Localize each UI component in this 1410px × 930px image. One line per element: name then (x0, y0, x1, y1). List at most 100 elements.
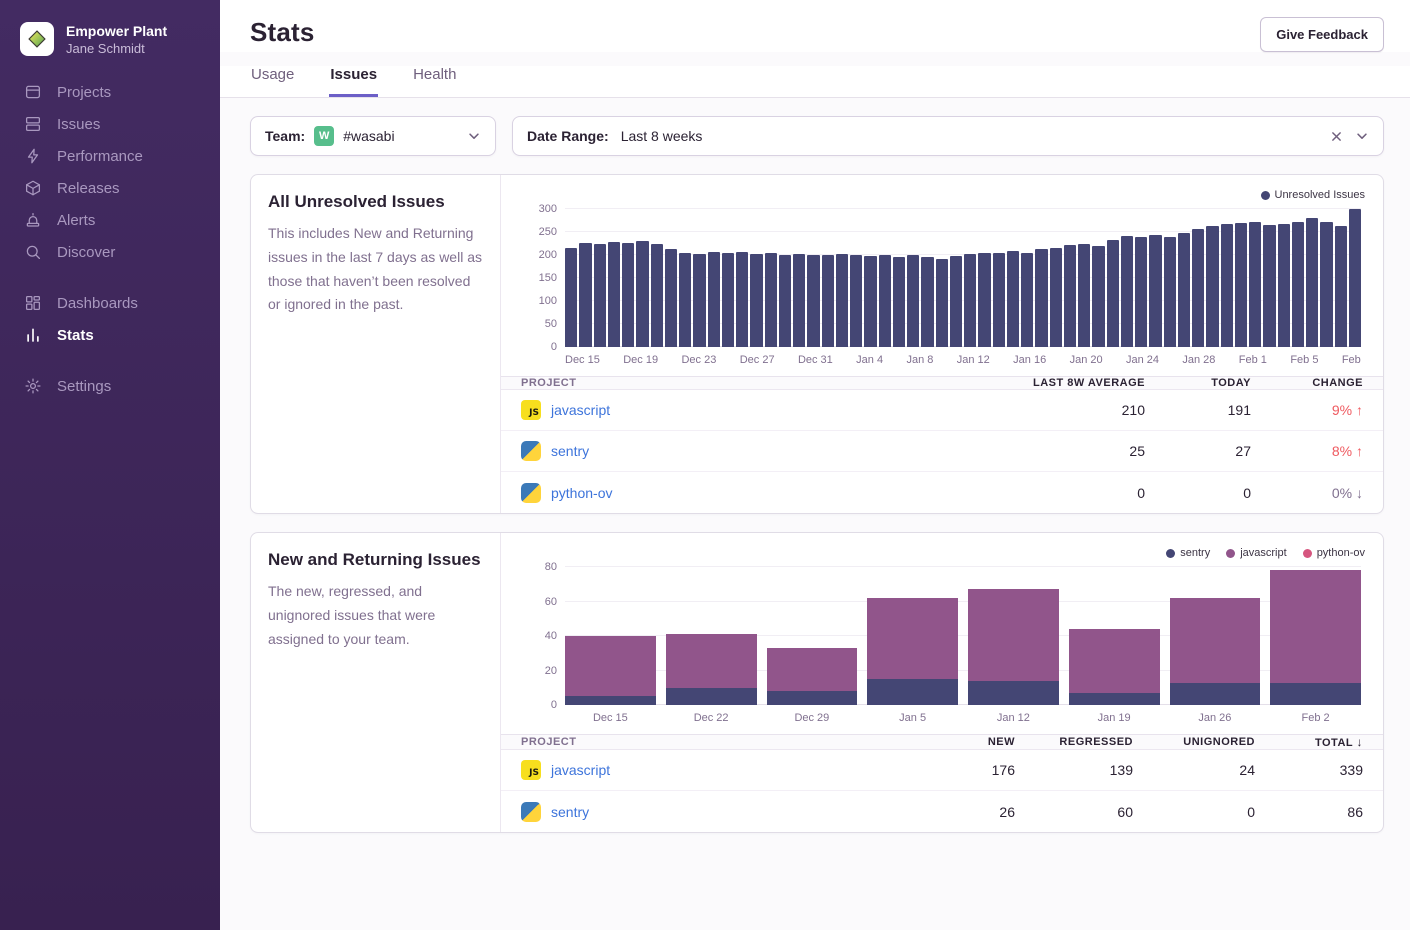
average-value: 0 (965, 485, 1165, 501)
x-axis-tick: Dec 19 (623, 354, 658, 366)
y-axis-tick: 40 (517, 630, 557, 642)
sidebar-item-label: Releases (57, 180, 120, 197)
new-value: 176 (929, 762, 1035, 778)
chart-bar (950, 256, 962, 347)
average-value: 25 (965, 443, 1165, 459)
project-link[interactable]: sentry (551, 443, 589, 459)
chart-bar (765, 253, 777, 347)
column-header-today: TODAY (1165, 377, 1271, 389)
sidebar-item-label: Projects (57, 84, 111, 101)
tab-health[interactable]: Health (412, 66, 457, 97)
x-axis-tick: Jan 16 (1013, 354, 1046, 366)
chart-bar (907, 255, 919, 347)
issues-icon (24, 115, 42, 133)
chart-bar (1121, 236, 1133, 347)
clear-icon[interactable] (1330, 130, 1343, 143)
dashboards-icon (24, 294, 42, 312)
chart-stacked-bar (565, 567, 656, 705)
x-axis-tick: Jan 26 (1170, 712, 1261, 724)
new-returning-issues-panel: New and Returning Issues The new, regres… (250, 532, 1384, 833)
team-value: #wasabi (343, 128, 394, 144)
sidebar-item-dashboards[interactable]: Dashboards (0, 287, 220, 319)
date-range-label: Date Range: (527, 128, 609, 144)
sidebar-item-label: Stats (57, 327, 94, 344)
column-header-regressed: REGRESSED (1035, 736, 1153, 748)
x-axis-tick: Jan 28 (1182, 354, 1215, 366)
x-axis-tick: Jan 12 (957, 354, 990, 366)
chart-bar (1007, 251, 1019, 347)
column-header-total[interactable]: TOTAL ↓ (1275, 735, 1383, 749)
sidebar-item-stats[interactable]: Stats (0, 319, 220, 351)
panel-description: All Unresolved Issues This includes New … (251, 175, 501, 513)
x-axis-tick: Jan 5 (867, 712, 958, 724)
tab-issues[interactable]: Issues (329, 66, 378, 97)
unresolved-issues-chart: Unresolved Issues 050100150200250300 Dec… (501, 175, 1383, 376)
org-name: Empower Plant (66, 23, 167, 39)
chart-bar (565, 248, 577, 347)
chart-stacked-bar (666, 567, 757, 705)
table-row: python-ov 0 0 0% ↓ (501, 472, 1383, 513)
chart-bar (779, 255, 791, 347)
today-value: 0 (1165, 485, 1271, 501)
unresolved-issues-table: PROJECT LAST 8W AVERAGE TODAY CHANGE JSj… (501, 376, 1383, 513)
org-switcher[interactable]: Empower Plant Jane Schmidt (0, 14, 220, 76)
panel-description: New and Returning Issues The new, regres… (251, 533, 501, 832)
legend-item: javascript (1226, 547, 1286, 559)
sidebar-item-issues[interactable]: Issues (0, 108, 220, 140)
project-link[interactable]: javascript (551, 402, 610, 418)
content-area: Team: W #wasabi Date Range: Last 8 weeks… (220, 98, 1410, 930)
project-link[interactable]: sentry (551, 804, 589, 820)
stats-icon (24, 326, 42, 344)
chart-stacked-bar (968, 567, 1059, 705)
panel-title: All Unresolved Issues (268, 192, 483, 212)
new-returning-issues-chart: sentryjavascriptpython-ov 020406080 Dec … (501, 533, 1383, 734)
chart-bar (679, 253, 691, 347)
chart-bar (1192, 229, 1204, 347)
org-logo (20, 22, 54, 56)
chart-bar (1349, 209, 1361, 347)
chart-bar (1292, 222, 1304, 347)
date-range-select[interactable]: Date Range: Last 8 weeks (512, 116, 1384, 156)
chart-bar (651, 244, 663, 348)
sidebar-item-settings[interactable]: Settings (0, 370, 220, 402)
x-axis-tick: Feb 1 (1239, 354, 1267, 366)
y-axis-tick: 100 (517, 295, 557, 307)
chart-bar (921, 257, 933, 347)
column-header-project: PROJECT (501, 377, 965, 389)
chevron-down-icon (467, 129, 481, 143)
projects-icon (24, 83, 42, 101)
sidebar-item-label: Alerts (57, 212, 95, 229)
tab-usage[interactable]: Usage (250, 66, 295, 97)
python-platform-icon (521, 441, 541, 461)
team-select[interactable]: Team: W #wasabi (250, 116, 496, 156)
chevron-down-icon (1355, 129, 1369, 143)
sidebar-item-discover[interactable]: Discover (0, 236, 220, 268)
chart-bar (822, 255, 834, 347)
give-feedback-button[interactable]: Give Feedback (1260, 17, 1384, 52)
sidebar-item-releases[interactable]: Releases (0, 172, 220, 204)
table-row: JSjavascript 176 139 24 339 (501, 750, 1383, 791)
project-link[interactable]: javascript (551, 762, 610, 778)
chart-bar (622, 243, 634, 347)
chart-bar (836, 254, 848, 347)
x-axis-tick: Feb 2 (1270, 712, 1361, 724)
chart-bar (1249, 222, 1261, 347)
sidebar-item-performance[interactable]: Performance (0, 140, 220, 172)
sidebar-item-label: Dashboards (57, 295, 138, 312)
sidebar-item-alerts[interactable]: Alerts (0, 204, 220, 236)
x-axis-tick: Dec 23 (681, 354, 716, 366)
project-link[interactable]: python-ov (551, 485, 612, 501)
team-avatar: W (314, 126, 334, 146)
chart-stacked-bar (1069, 567, 1160, 705)
x-axis-tick: Jan 12 (968, 712, 1059, 724)
new-value: 26 (929, 804, 1035, 820)
chart-bar (708, 252, 720, 347)
chart-bar (594, 244, 606, 347)
javascript-platform-icon: JS (521, 760, 541, 780)
table-row: JSjavascript 210 191 9% ↑ (501, 390, 1383, 431)
total-value: 339 (1275, 762, 1383, 778)
sidebar-item-projects[interactable]: Projects (0, 76, 220, 108)
average-value: 210 (965, 402, 1165, 418)
chart-bar (807, 255, 819, 347)
total-value: 86 (1275, 804, 1383, 820)
